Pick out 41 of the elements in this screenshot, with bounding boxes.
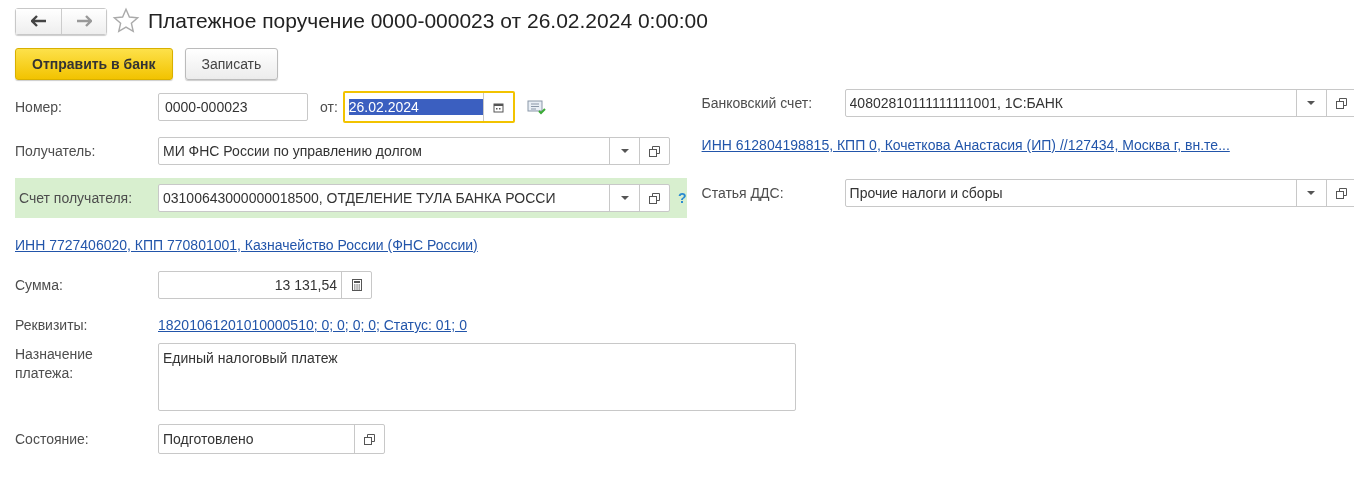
caret-icon <box>1307 191 1316 195</box>
amount-field[interactable]: 13 131,54 <box>158 271 372 299</box>
back-arrow-icon <box>30 15 47 27</box>
calculator-icon <box>351 279 362 291</box>
open-window-icon <box>649 192 660 204</box>
cash-flow-item-field[interactable]: Прочие налоги и сборы <box>844 179 1354 207</box>
date-field[interactable]: 26.02.2024 <box>342 91 515 123</box>
field-label: Реквизиты: <box>15 317 89 333</box>
calendar-icon <box>492 101 504 113</box>
recipient-field[interactable]: МИ ФНС России по управлению долгом <box>158 137 670 165</box>
requisites-link[interactable]: 18201061201010000510; 0; 0; 0; 0; Статус: 01; 0 <box>158 317 467 333</box>
caret-icon <box>620 149 629 153</box>
field-label: Статья ДДС: <box>701 185 785 201</box>
back-button[interactable] <box>16 8 61 34</box>
window-title: Платежное поручение 0000-000023 от 26.02.2024 0:00:00 <box>148 9 708 33</box>
save-button[interactable]: Записать <box>184 48 279 80</box>
field-label: Сумма: <box>15 277 64 293</box>
status-field[interactable]: Подготовлено <box>158 424 385 454</box>
field-label: Назначение платежа: <box>15 345 94 383</box>
field-label: Банковский счет: <box>701 95 814 111</box>
field-label: Состояние: <box>15 431 90 447</box>
send-button[interactable]: Отправить в банк <box>15 48 173 80</box>
forward-arrow-icon <box>76 15 92 27</box>
counterparty-link[interactable]: ИНН 612804198815, КПП 0, Кочеткова Анастасия (ИП) //127434, Москва г, вн.те... <box>701 137 1230 153</box>
field-label: Номер: <box>15 99 63 115</box>
number-field[interactable]: 0000-000023 <box>158 93 308 121</box>
open-window-icon <box>364 433 375 445</box>
open-window-icon <box>1335 187 1347 199</box>
recipient-link[interactable]: ИНН 7727406020, КПП 770801001, Казначейство России (ФНС России) <box>15 237 478 253</box>
recipient-account-field[interactable]: 03100643000000018500, ОТДЕЛЕНИЕ ТУЛА БАНКА РОССИ <box>158 184 670 212</box>
bank-account-field[interactable]: 40802810111111111001, 1С:БАНК <box>844 89 1354 117</box>
open-window-icon <box>1335 97 1347 109</box>
field-label: Счет получателя: <box>19 190 134 206</box>
caret-icon <box>1307 101 1316 105</box>
field-label: от: <box>320 99 338 115</box>
document-check-icon[interactable] <box>526 99 547 115</box>
caret-icon <box>620 196 629 200</box>
field-label: Получатель: <box>15 143 97 159</box>
purpose-field[interactable]: Единый налоговый платеж <box>158 343 796 411</box>
star-icon[interactable] <box>112 7 140 35</box>
open-window-icon <box>649 145 660 157</box>
